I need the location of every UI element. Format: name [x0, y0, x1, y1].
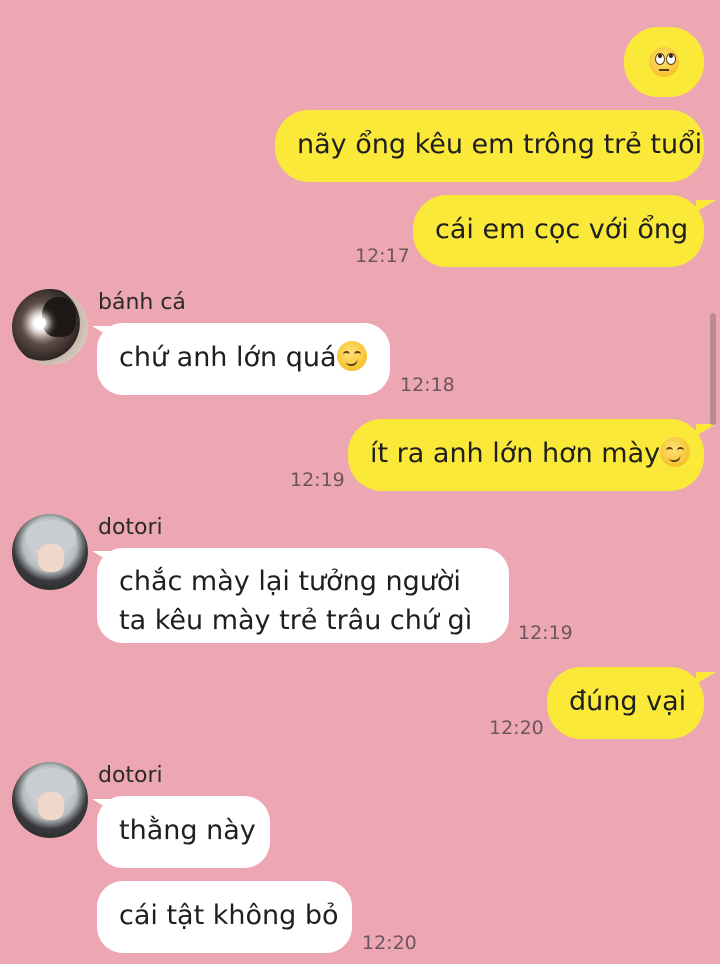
- sender-name: dotori: [98, 763, 163, 788]
- bubble-tail: [696, 200, 716, 212]
- my-message-bubble[interactable]: cái em cọc với ổng: [413, 195, 704, 267]
- avatar[interactable]: [12, 762, 88, 838]
- message-text: thằng này: [119, 815, 256, 846]
- smirking-face-icon: [660, 437, 691, 467]
- their-message-bubble[interactable]: chứ anh lớn quá: [97, 323, 390, 395]
- message-timestamp: 12:20: [362, 932, 417, 954]
- bubble-tail: [696, 672, 716, 684]
- message-timestamp: 12:17: [355, 245, 410, 267]
- message-timestamp: 12:19: [290, 469, 345, 491]
- my-message-bubble[interactable]: nãy ổng kêu em trông trẻ tuổi: [275, 110, 704, 182]
- scrollbar[interactable]: [710, 313, 716, 425]
- their-message-bubble[interactable]: chắc mày lại tưởng người ta kêu mày trẻ …: [97, 548, 509, 643]
- my-message-bubble-emoji[interactable]: [624, 27, 704, 97]
- my-message-bubble[interactable]: đúng vại: [547, 667, 704, 739]
- their-message-bubble[interactable]: thằng này: [97, 796, 270, 868]
- bubble-tail: [696, 424, 716, 436]
- message-text: chắc mày lại tưởng người ta kêu mày trẻ …: [119, 566, 473, 636]
- message-timestamp: 12:20: [489, 717, 544, 739]
- my-message-bubble[interactable]: ít ra anh lớn hơn mày: [348, 419, 704, 491]
- message-text: chứ anh lớn quá: [119, 342, 337, 373]
- smirking-face-icon: [336, 341, 367, 371]
- avatar[interactable]: [12, 289, 88, 365]
- their-message-bubble[interactable]: cái tật không bỏ: [97, 881, 352, 953]
- avatar[interactable]: [12, 514, 88, 590]
- message-timestamp: 12:18: [400, 374, 455, 396]
- message-text: cái tật không bỏ: [119, 900, 339, 931]
- message-text: ít ra anh lớn hơn mày: [370, 438, 661, 469]
- sender-name: dotori: [98, 515, 163, 540]
- face-with-rolling-eyes-icon: [649, 47, 679, 77]
- message-text: nãy ổng kêu em trông trẻ tuổi: [297, 129, 703, 160]
- sender-name: bánh cá: [98, 290, 186, 315]
- message-timestamp: 12:19: [518, 622, 573, 644]
- message-text: đúng vại: [569, 686, 687, 717]
- message-text: cái em cọc với ổng: [435, 214, 689, 245]
